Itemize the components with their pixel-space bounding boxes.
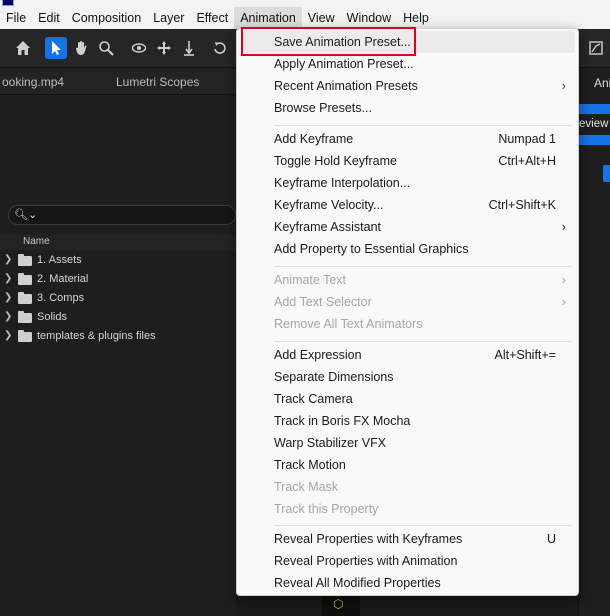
preview-label: eview: [579, 118, 609, 130]
shortcut-label: Alt+Shift+=: [494, 348, 557, 362]
menu-item-keyframe-interpolation[interactable]: Keyframe Interpolation...: [237, 172, 580, 194]
menu-item-separate-dimensions[interactable]: Separate Dimensions: [237, 366, 580, 388]
panel-tabs: ooking.mp4 Lumetri Scopes: [0, 69, 236, 95]
menu-edit[interactable]: Edit: [32, 7, 66, 29]
menu-item-reveal-all-modified[interactable]: Reveal All Modified Properties: [237, 572, 580, 594]
menu-item-track-mask: Track Mask: [274, 480, 339, 494]
chevron-right-icon: ›: [561, 78, 566, 93]
shortcut-label: Ctrl+Alt+H: [498, 154, 556, 168]
menu-item-warp-stabilizer[interactable]: Warp Stabilizer VFX: [237, 432, 580, 454]
column-header-label: Name: [23, 236, 50, 247]
menu-item-keyframe-assistant[interactable]: Keyframe Assistant ›: [237, 216, 580, 238]
menu-animation[interactable]: Animation: [234, 7, 302, 29]
menu-separator: [274, 525, 572, 526]
orbit-camera-icon[interactable]: [128, 37, 150, 59]
dolly-camera-icon[interactable]: [178, 37, 200, 59]
folder-icon: [18, 292, 32, 304]
accent-bar: [578, 104, 610, 114]
menu-window[interactable]: Window: [341, 7, 397, 29]
menu-item-reveal-properties-keyframes[interactable]: Reveal Properties with Keyframes U: [237, 528, 580, 550]
folder-label: 3. Comps: [37, 292, 85, 304]
menu-item-track-this-property: Track this Property: [274, 502, 379, 516]
tab-footage[interactable]: ooking.mp4: [2, 75, 64, 89]
title-bar: [0, 0, 610, 7]
menu-item-keyframe-velocity[interactable]: Keyframe Velocity... Ctrl+Shift+K: [237, 194, 580, 216]
menu-item-apply-animation-preset[interactable]: Apply Animation Preset...: [237, 53, 580, 75]
annotation-highlight-box: [241, 27, 416, 56]
bottom-panel-icon[interactable]: ⬡: [322, 597, 360, 616]
menu-item-add-property-essential-graphics[interactable]: Add Property to Essential Graphics: [237, 238, 580, 260]
app-logo-icon: [2, 0, 14, 6]
tab-right[interactable]: Ani: [594, 76, 610, 90]
puppet-tool-icon[interactable]: [585, 37, 607, 59]
chevron-right-icon: ›: [561, 294, 566, 309]
hand-tool-icon[interactable]: [70, 37, 92, 59]
folder-row[interactable]: ❯ 2. Material: [0, 270, 236, 289]
home-icon[interactable]: [12, 37, 34, 59]
zoom-tool-icon[interactable]: [95, 37, 117, 59]
chevron-right-icon[interactable]: ❯: [4, 254, 12, 265]
menu-help[interactable]: Help: [397, 7, 435, 29]
chevron-right-icon[interactable]: ❯: [4, 273, 12, 284]
folder-label: templates & plugins files: [37, 330, 156, 342]
menu-separator: [274, 341, 572, 342]
pan-camera-icon[interactable]: [153, 37, 175, 59]
folder-icon: [18, 330, 32, 342]
menu-item-browse-presets[interactable]: Browse Presets...: [237, 97, 580, 119]
chevron-right-icon[interactable]: ❯: [4, 292, 12, 303]
shortcut-label: U: [546, 532, 556, 546]
menu-item-remove-all-text-animators: Remove All Text Animators: [274, 317, 423, 331]
accent-bar: [578, 135, 610, 145]
right-panel: [578, 69, 610, 616]
menu-item-add-keyframe[interactable]: Add Keyframe Numpad 1: [237, 128, 580, 150]
selection-tool-icon[interactable]: [45, 37, 67, 59]
menu-view[interactable]: View: [302, 7, 341, 29]
folder-row[interactable]: ❯ templates & plugins files: [0, 327, 236, 346]
folder-row[interactable]: ❯ 1. Assets: [0, 251, 236, 270]
menu-bar: File Edit Composition Layer Effect Anima…: [0, 7, 610, 29]
search-icon: 🔍︎⌄: [14, 209, 38, 221]
folder-row[interactable]: ❯ 3. Comps: [0, 289, 236, 308]
menu-separator: [274, 125, 572, 126]
folder-row[interactable]: ❯ Solids: [0, 308, 236, 327]
menu-item-track-boris-fx-mocha[interactable]: Track in Boris FX Mocha: [237, 410, 580, 432]
menu-item-track-motion[interactable]: Track Motion: [237, 454, 580, 476]
menu-item-reveal-properties-animation[interactable]: Reveal Properties with Animation: [237, 550, 580, 572]
menu-item-toggle-hold-keyframe[interactable]: Toggle Hold Keyframe Ctrl+Alt+H: [237, 150, 580, 172]
chevron-right-icon[interactable]: ❯: [4, 330, 12, 341]
bottom-strip: [236, 596, 578, 616]
menu-item-track-camera[interactable]: Track Camera: [237, 388, 580, 410]
folder-label: 1. Assets: [37, 254, 82, 266]
flowchart-icon: ⬡: [333, 597, 344, 611]
after-effects-window: File Edit Composition Layer Effect Anima…: [0, 0, 610, 616]
animation-menu-dropdown: Save Animation Preset... Apply Animation…: [236, 28, 579, 596]
chevron-right-icon: ›: [561, 272, 566, 287]
menu-item-add-expression[interactable]: Add Expression Alt+Shift+=: [237, 344, 580, 366]
chevron-right-icon: ›: [561, 219, 566, 234]
folder-icon: [18, 311, 32, 323]
folder-icon: [18, 273, 32, 285]
folder-icon: [18, 254, 32, 266]
tab-lumetri-scopes[interactable]: Lumetri Scopes: [116, 75, 199, 89]
menu-layer[interactable]: Layer: [147, 7, 190, 29]
column-header-name[interactable]: Name: [0, 234, 236, 250]
menu-item-recent-animation-presets[interactable]: Recent Animation Presets ›: [237, 75, 580, 97]
menu-separator: [274, 266, 572, 267]
folder-label: 2. Material: [37, 273, 89, 285]
shortcut-label: Ctrl+Shift+K: [488, 198, 556, 212]
menu-effect[interactable]: Effect: [190, 7, 234, 29]
shortcut-label: Numpad 1: [498, 132, 556, 146]
chevron-right-icon[interactable]: ❯: [4, 311, 12, 322]
menu-item-add-text-selector: Add Text Selector ›: [274, 294, 566, 309]
rotation-tool-icon[interactable]: [209, 37, 231, 59]
panel-button[interactable]: [603, 165, 610, 182]
project-search-input[interactable]: 🔍︎⌄: [8, 205, 236, 225]
menu-item-animate-text: Animate Text ›: [274, 272, 566, 287]
folder-label: Solids: [37, 311, 67, 323]
menu-file[interactable]: File: [0, 7, 32, 29]
menu-composition[interactable]: Composition: [66, 7, 147, 29]
